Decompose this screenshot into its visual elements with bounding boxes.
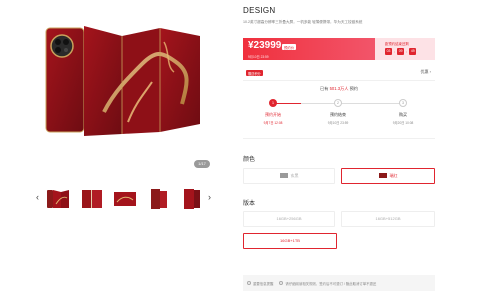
product-subtitle: 10.2英寸超高分辨率三折叠大屏，一机多能 轻薄便携带，华为天工铰链系统: [243, 20, 363, 24]
countdown-hours: 03: [385, 48, 392, 55]
thumbnail-4[interactable]: [147, 188, 171, 210]
step-time: 9月7日 12:08: [263, 121, 283, 125]
progress-fill: [273, 102, 301, 104]
notice-title: 重要信息提醒: [253, 281, 274, 286]
step-1: 预约开始 9月7日 12:08: [248, 112, 298, 125]
notice-bar: 重要信息提醒 请仔细阅读相关规则，签约后不可退订 / 随此取消订单不退还: [243, 275, 435, 291]
countdown-separator: :: [406, 49, 408, 54]
notice-text: 请仔细阅读相关规则，签约后不可退订 / 随此取消订单不退还: [285, 281, 377, 286]
thumbnail-3[interactable]: [113, 188, 137, 210]
step-marker-3: 3: [399, 99, 407, 107]
color-label: 颜色: [243, 157, 256, 163]
product-title: DESIGN: [243, 6, 276, 15]
countdown-timer: 03 : 09 : 49: [385, 48, 417, 55]
price-amount: ¥23999: [248, 40, 282, 51]
countdown-minutes: 09: [397, 48, 405, 55]
step-marker-1: 1: [269, 99, 277, 107]
version-option-512gb[interactable]: 16GB+512GB: [341, 211, 435, 227]
color-swatch: [378, 173, 387, 179]
reservation-prefix: 已有: [320, 86, 329, 91]
step-name: 预约开始: [265, 112, 281, 117]
countdown-section: 距预约结束还剩 03 : 09 : 49: [375, 38, 435, 60]
countdown-label: 距预约结束还剩: [385, 42, 409, 46]
thumbnail-prev-arrow[interactable]: ‹: [36, 192, 39, 202]
reservation-suffix: 预约: [349, 86, 358, 91]
thumbnail-strip: [46, 188, 204, 216]
reservation-count: 已有 501.3万人 预约: [243, 86, 435, 92]
version-label: 版本: [243, 201, 256, 207]
promotion-more-link[interactable]: 优惠 ›: [421, 69, 431, 75]
reservation-steps: 预约开始 9月7日 12:08 预约结束 9月10日 23:59 购买 9月20…: [243, 112, 435, 132]
version-option-1tb[interactable]: 16GB+1TB: [243, 233, 337, 249]
version-option-256gb[interactable]: 16GB+256GB: [243, 211, 335, 227]
step-marker-2: 2: [334, 99, 342, 107]
color-option-black[interactable]: 玄黑: [243, 168, 335, 184]
promotion-tag: 赠送积分: [246, 70, 263, 76]
image-counter: 1/17: [194, 160, 210, 168]
step-2: 预约结束 9月10日 23:59: [313, 112, 363, 125]
divider: [243, 138, 435, 139]
thumbnail-2[interactable]: [80, 188, 104, 210]
thumbnail-1[interactable]: [46, 188, 70, 210]
step-name: 购买: [399, 112, 407, 117]
color-option-red[interactable]: 瑞红: [341, 168, 435, 184]
notice-row: 重要信息提醒 请仔细阅读相关规则，签约后不可退订 / 随此取消订单不退还: [247, 281, 376, 286]
price-badge: 预约价: [282, 44, 297, 50]
step-time: 9月20日 10:08: [392, 121, 414, 125]
price-section: ¥23999 预约价 9月10日 23:59: [243, 38, 375, 60]
thumbnail-next-arrow[interactable]: ›: [208, 192, 211, 202]
color-option-label: 玄黑: [290, 173, 299, 178]
step-3: 购买 9月20日 10:08: [378, 112, 428, 125]
countdown-separator: :: [394, 49, 396, 54]
checkbox-icon[interactable]: [247, 281, 251, 285]
color-option-label: 瑞红: [389, 173, 398, 178]
reservation-number: 501.3万人: [329, 86, 349, 91]
reservation-progress: 1 2 3: [263, 99, 413, 107]
divider: [243, 80, 435, 81]
step-time: 9月10日 23:59: [327, 121, 349, 125]
main-product-image: [45, 26, 200, 136]
countdown-seconds: 49: [409, 48, 417, 55]
thumbnail-5[interactable]: [180, 188, 204, 210]
step-name: 预约结束: [330, 112, 346, 117]
price-banner: ¥23999 预约价 9月10日 23:59 距预约结束还剩 03 : 09 :…: [243, 38, 435, 60]
color-swatch: [279, 173, 288, 179]
price-deadline: 9月10日 23:59: [248, 54, 269, 59]
checkbox-icon[interactable]: [279, 281, 284, 285]
product-gallery: 1/17 ‹ ›: [0, 0, 232, 300]
